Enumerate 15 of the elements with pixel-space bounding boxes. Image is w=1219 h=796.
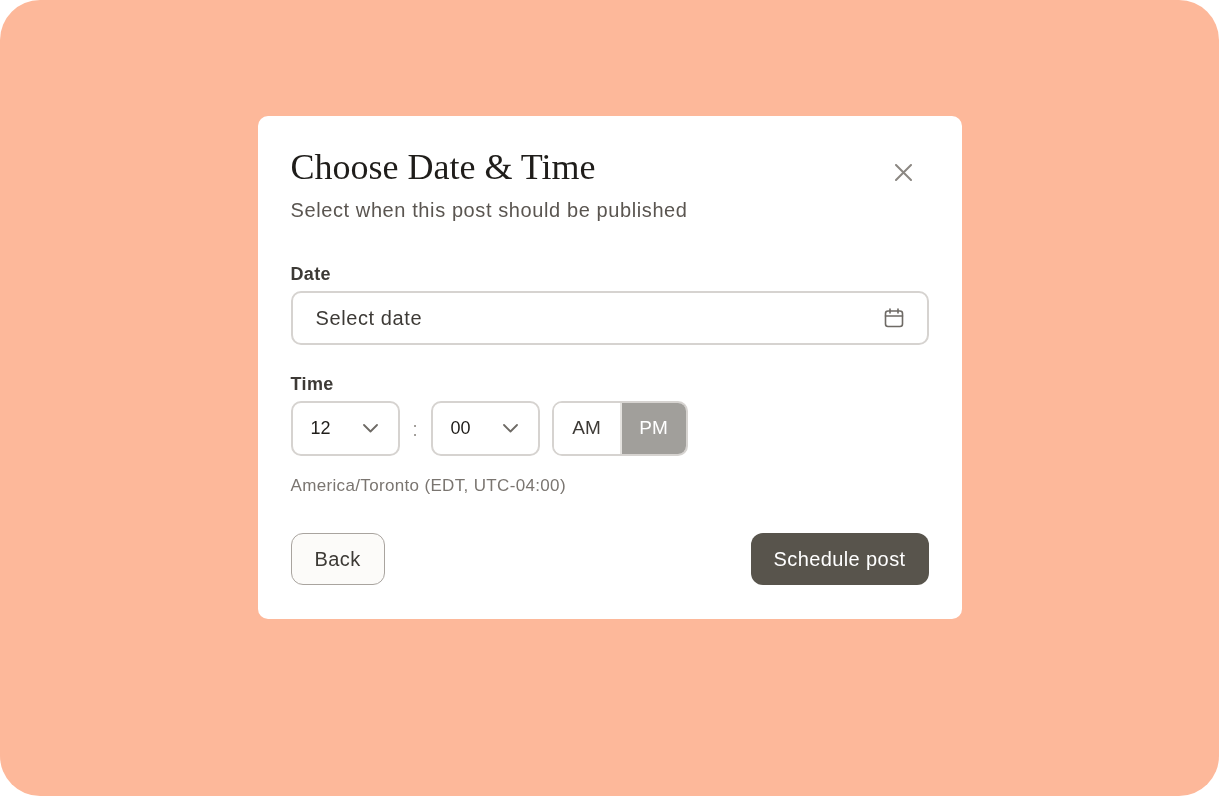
schedule-button[interactable]: Schedule post	[750, 533, 929, 585]
date-field[interactable]: Select date	[290, 291, 929, 345]
dialog-subtitle: Select when this post should be published	[290, 198, 688, 222]
chevron-down-icon	[362, 424, 378, 433]
dialog-title: Choose Date & Time	[290, 147, 596, 187]
calendar-icon	[883, 308, 904, 328]
minute-select[interactable]: 00	[430, 401, 540, 456]
hour-select[interactable]: 12	[290, 401, 400, 456]
chevron-down-icon	[502, 424, 518, 433]
timezone-text: America/Toronto (EDT, UTC-04:00)	[290, 476, 566, 496]
back-button[interactable]: Back	[290, 533, 385, 585]
close-icon	[895, 163, 912, 181]
time-label: Time	[290, 373, 334, 395]
date-label: Date	[290, 263, 331, 285]
time-separator: :	[411, 416, 419, 442]
